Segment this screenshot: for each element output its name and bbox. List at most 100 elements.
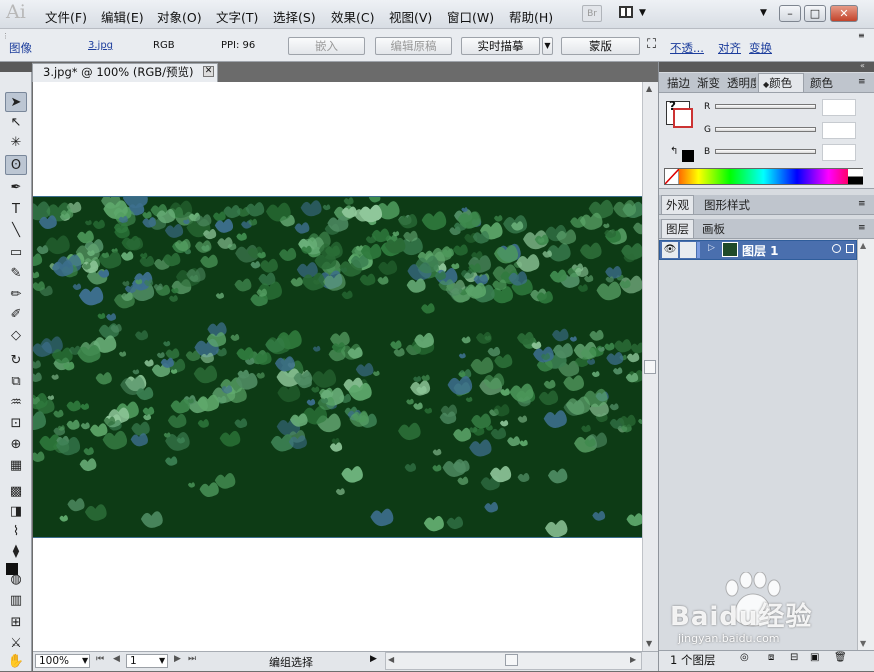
lasso-tool-icon[interactable]: ʘ xyxy=(5,155,27,175)
b-value-field[interactable] xyxy=(822,144,856,161)
slice-tool-icon[interactable]: ⚔ xyxy=(5,634,27,654)
layers-scroll-up-icon[interactable]: ▲ xyxy=(860,241,866,250)
bridge-button[interactable]: Br xyxy=(582,5,602,22)
tab-stroke[interactable]: 描边 xyxy=(663,74,694,93)
blend-tool-icon[interactable]: ⧫ xyxy=(5,542,27,562)
align-link[interactable]: 对齐 xyxy=(718,40,741,56)
workspace-dropdown-icon[interactable]: ▼ xyxy=(760,8,767,18)
selection-tool-icon[interactable]: ➤ xyxy=(5,92,27,112)
document-tab[interactable]: 3.jpg* @ 100% (RGB/预览) xyxy=(32,63,218,82)
mask-button[interactable]: 蒙版 xyxy=(561,37,640,55)
rectangle-tool-icon[interactable]: ▭ xyxy=(5,243,27,263)
minimize-button[interactable]: – xyxy=(779,5,801,22)
menu-edit[interactable]: 编辑(E) xyxy=(101,7,144,26)
opacity-link[interactable]: 不透... xyxy=(670,40,704,56)
blob-brush-tool-icon[interactable]: ✐ xyxy=(5,305,27,325)
rotate-tool-icon[interactable]: ↻ xyxy=(5,351,27,371)
tab-graphic-styles[interactable]: 图形样式 xyxy=(700,196,754,215)
target-circle-icon[interactable] xyxy=(832,244,841,253)
new-layer-icon[interactable]: ▣ xyxy=(810,652,819,663)
scroll-right-icon[interactable]: ▶ xyxy=(630,655,636,664)
shape-builder-tool-icon[interactable]: ⊕ xyxy=(5,435,27,455)
delete-layer-icon[interactable]: 🗑 xyxy=(834,652,847,663)
perspective-grid-tool-icon[interactable]: ▦ xyxy=(5,456,27,476)
r-value-field[interactable] xyxy=(822,99,856,116)
column-graph-tool-icon[interactable]: ▥ xyxy=(5,591,27,611)
magic-wand-tool-icon[interactable]: ✳ xyxy=(5,133,27,153)
file-link[interactable]: 3.jpg xyxy=(88,40,113,51)
eraser-tool-icon[interactable]: ◇ xyxy=(5,326,27,346)
none-color-swatch[interactable] xyxy=(664,168,680,185)
tab-artboards[interactable]: 画板 xyxy=(698,220,729,239)
scale-tool-icon[interactable]: ⧉ xyxy=(5,372,27,392)
control-bar-menu-icon[interactable]: ≡ xyxy=(858,31,865,40)
arrange-documents-icon[interactable] xyxy=(619,6,633,18)
g-slider[interactable] xyxy=(715,127,816,132)
transform-link[interactable]: 变换 xyxy=(749,40,772,56)
menu-effect[interactable]: 效果(C) xyxy=(331,7,374,26)
black-swatch[interactable] xyxy=(682,150,694,162)
expand-layer-icon[interactable]: ▷ xyxy=(708,243,715,253)
color-panel-menu-icon[interactable]: ≡ xyxy=(858,77,866,87)
scroll-up-icon[interactable]: ▲ xyxy=(646,84,652,93)
menu-object[interactable]: 对象(O) xyxy=(157,7,202,26)
vertical-scroll-thumb[interactable] xyxy=(644,360,656,374)
line-tool-icon[interactable]: ╲ xyxy=(5,221,27,241)
close-tab-icon[interactable]: ✕ xyxy=(203,66,214,77)
scroll-down-icon[interactable]: ▼ xyxy=(646,639,652,648)
crop-icon[interactable]: ⛶ xyxy=(647,37,656,52)
zoom-dropdown-icon[interactable]: ▼ xyxy=(82,656,88,665)
tab-gradient[interactable]: 渐变 xyxy=(693,74,724,93)
status-menu-icon[interactable]: ▶ xyxy=(370,654,377,664)
tab-appearance[interactable]: 外观 xyxy=(661,195,694,214)
tab-transparency[interactable]: 透明度 xyxy=(723,74,756,93)
pencil-tool-icon[interactable]: ✏ xyxy=(5,285,27,305)
make-clipping-mask-icon[interactable]: ⧈ xyxy=(768,652,774,663)
new-sublayer-icon[interactable]: ⊟ xyxy=(790,652,798,663)
last-artboard-icon[interactable]: ⏭ xyxy=(188,654,196,664)
live-trace-options-icon[interactable]: ▼ xyxy=(542,37,553,55)
default-colors-icon[interactable]: ↰ xyxy=(670,146,678,157)
paintbrush-tool-icon[interactable]: ✎ xyxy=(5,264,27,284)
menu-window[interactable]: 窗口(W) xyxy=(447,7,494,26)
tab-color-guide[interactable]: 颜色 xyxy=(806,74,837,93)
layers-panel-menu-icon[interactable]: ≡ xyxy=(858,223,866,233)
gradient-tool-icon[interactable]: ◨ xyxy=(5,502,27,522)
color-spectrum[interactable] xyxy=(664,168,863,185)
collapse-panels-icon[interactable]: « xyxy=(860,61,865,70)
free-transform-tool-icon[interactable]: ⊡ xyxy=(5,414,27,434)
next-artboard-icon[interactable]: ▶ xyxy=(174,654,181,664)
b-slider[interactable] xyxy=(715,149,816,154)
layer-name[interactable]: 图层 1 xyxy=(742,242,779,259)
artboard-dropdown-icon[interactable]: ▼ xyxy=(159,656,165,665)
panel-dock-header[interactable] xyxy=(659,62,874,72)
grip-icon[interactable]: ⋮ xyxy=(2,32,9,40)
chevron-down-icon[interactable]: ▼ xyxy=(639,8,646,18)
r-slider[interactable] xyxy=(715,104,816,109)
lock-toggle[interactable] xyxy=(680,242,696,258)
menu-select[interactable]: 选择(S) xyxy=(273,7,316,26)
previous-artboard-icon[interactable]: ◀ xyxy=(113,654,120,664)
close-button[interactable]: ✕ xyxy=(830,5,858,22)
scroll-left-icon[interactable]: ◀ xyxy=(388,655,394,664)
eyedropper-tool-icon[interactable]: ⌇ xyxy=(5,522,27,542)
menu-type[interactable]: 文字(T) xyxy=(216,7,258,26)
first-artboard-icon[interactable]: ⏮ xyxy=(96,654,104,664)
restore-button[interactable]: □ xyxy=(804,5,826,22)
live-trace-button[interactable]: 实时描摹 xyxy=(461,37,540,55)
menu-view[interactable]: 视图(V) xyxy=(389,7,432,26)
artboard-tool-icon[interactable]: ⊞ xyxy=(5,613,27,633)
visibility-eye-icon[interactable]: 👁 xyxy=(662,242,678,258)
selection-square-icon[interactable] xyxy=(846,244,854,253)
edit-original-button[interactable]: 编辑原稿 xyxy=(375,37,452,55)
horizontal-scroll-thumb[interactable] xyxy=(505,654,518,666)
warp-tool-icon[interactable]: ♒ xyxy=(5,393,27,413)
symbol-sprayer-tool-icon[interactable]: ◍ xyxy=(5,570,27,590)
type-tool-icon[interactable]: T xyxy=(5,200,27,220)
mesh-tool-icon[interactable]: ▩ xyxy=(5,482,27,502)
hand-tool-icon[interactable]: ✋ xyxy=(5,652,27,672)
menu-file[interactable]: 文件(F) xyxy=(45,7,87,26)
pen-tool-icon[interactable]: ✒ xyxy=(5,178,27,198)
tab-layers[interactable]: 图层 xyxy=(661,219,694,238)
embed-button[interactable]: 嵌入 xyxy=(288,37,365,55)
